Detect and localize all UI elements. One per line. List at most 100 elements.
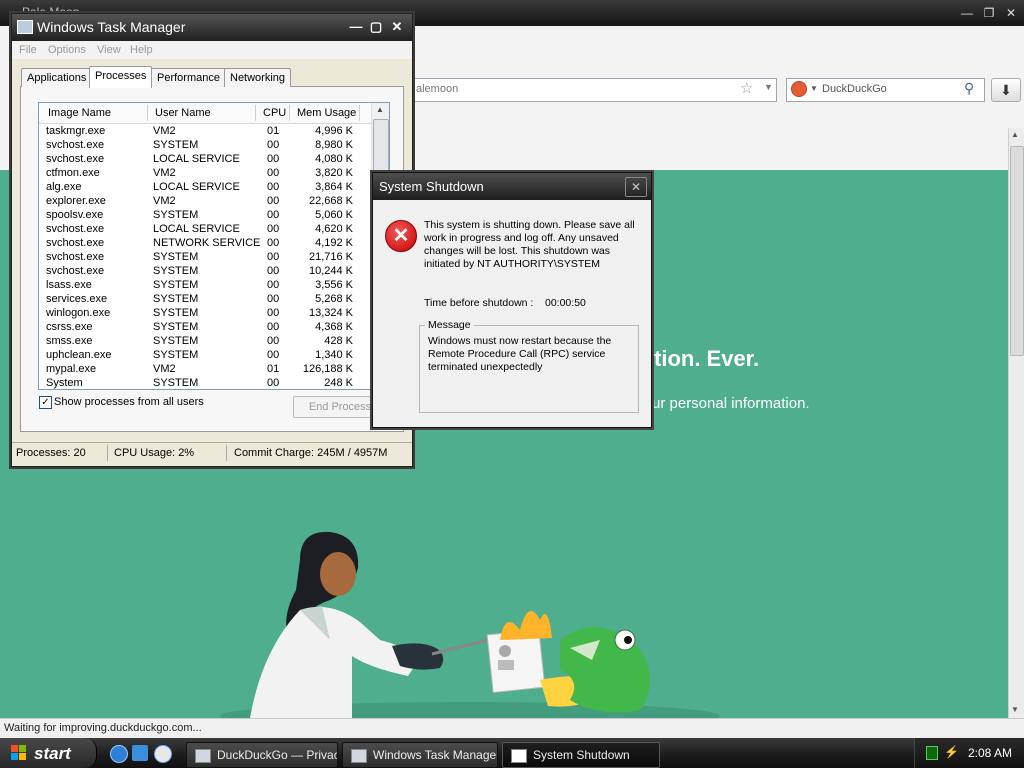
column-divider[interactable] — [289, 105, 290, 121]
dialog-titlebar[interactable]: System Shutdown ✕ — [373, 173, 651, 200]
process-user-name: VM2 — [153, 167, 176, 179]
process-mem-usage: 1,340 K — [315, 349, 353, 361]
table-row[interactable]: ctfmon.exe VM2 00 3,820 K — [39, 166, 371, 180]
process-user-name: SYSTEM — [153, 335, 199, 347]
process-cpu: 00 — [267, 321, 280, 333]
process-list-header: Image Name User Name CPU Mem Usage — [39, 103, 371, 124]
scroll-up-icon[interactable]: ▲ — [376, 105, 384, 114]
table-row[interactable]: svchost.exe NETWORK SERVICE 00 4,192 K — [39, 236, 371, 250]
scroll-down-icon[interactable]: ▼ — [1011, 705, 1019, 714]
column-divider[interactable] — [359, 105, 360, 121]
process-image-name: mypal.exe — [46, 363, 97, 375]
tab-performance[interactable]: Performance — [151, 68, 226, 87]
table-row[interactable]: smss.exe SYSTEM 00 428 K — [39, 334, 371, 348]
status-divider — [226, 445, 227, 461]
tab-applications[interactable]: Applications — [21, 68, 93, 87]
process-image-name: svchost.exe — [46, 237, 105, 249]
url-dropdown-icon[interactable]: ▼ — [764, 82, 773, 92]
menu-file[interactable]: File — [19, 44, 37, 56]
search-input[interactable]: DuckDuckGo — [822, 83, 887, 95]
bookmark-star-icon[interactable]: ☆ — [740, 79, 753, 97]
process-user-name: SYSTEM — [153, 251, 199, 263]
table-row[interactable]: winlogon.exe SYSTEM 00 13,324 K — [39, 306, 371, 320]
table-row[interactable]: uphclean.exe SYSTEM 00 1,340 K — [39, 348, 371, 362]
process-user-name: SYSTEM — [153, 293, 199, 305]
process-image-name: spoolsv.exe — [46, 209, 104, 221]
table-row[interactable]: alg.exe LOCAL SERVICE 00 3,864 K — [39, 180, 371, 194]
table-row[interactable]: lsass.exe SYSTEM 00 3,556 K — [39, 278, 371, 292]
process-list[interactable]: Image Name User Name CPU Mem Usage taskm… — [38, 102, 390, 390]
column-cpu[interactable]: CPU — [263, 107, 286, 119]
minimize-icon[interactable]: — — [957, 4, 977, 22]
close-icon[interactable]: ✕ — [387, 18, 407, 36]
table-row[interactable]: taskmgr.exe VM2 01 4,996 K — [39, 124, 371, 138]
table-row[interactable]: services.exe SYSTEM 00 5,268 K — [39, 292, 371, 306]
table-row[interactable]: svchost.exe SYSTEM 00 10,244 K — [39, 264, 371, 278]
clock[interactable]: 2:08 AM — [968, 746, 1012, 760]
process-mem-usage: 4,996 K — [315, 125, 353, 137]
internet-explorer-icon[interactable] — [110, 745, 128, 763]
scroll-up-icon[interactable]: ▲ — [1011, 130, 1019, 139]
taskbar-button-label: System Shutdown — [533, 748, 630, 762]
start-label[interactable]: start — [34, 744, 71, 764]
tab-networking[interactable]: Networking — [224, 68, 292, 87]
table-row[interactable]: spoolsv.exe SYSTEM 00 5,060 K — [39, 208, 371, 222]
time-before-shutdown-value: 00:00:50 — [545, 297, 586, 309]
process-user-name: SYSTEM — [153, 209, 199, 221]
taskbar-button-task-manager[interactable]: Windows Task Manager — [342, 742, 498, 768]
download-button[interactable]: ⬇ — [991, 78, 1021, 102]
cpu-usage: CPU Usage: 2% — [114, 447, 195, 459]
process-user-name: SYSTEM — [153, 377, 199, 389]
table-row[interactable]: csrss.exe SYSTEM 00 4,368 K — [39, 320, 371, 334]
url-bar[interactable] — [412, 78, 777, 102]
close-icon[interactable]: ✕ — [625, 177, 647, 197]
url-text[interactable]: alemoon — [416, 83, 458, 95]
tab-processes[interactable]: Processes — [89, 66, 153, 88]
media-player-icon[interactable] — [154, 745, 172, 763]
process-user-name: SYSTEM — [153, 349, 199, 361]
search-icon[interactable]: ⚲ — [964, 80, 974, 97]
restore-icon[interactable]: ❐ — [979, 4, 999, 22]
process-mem-usage: 3,820 K — [315, 167, 353, 179]
table-row[interactable]: explorer.exe VM2 00 22,668 K — [39, 194, 371, 208]
column-mem-usage[interactable]: Mem Usage — [297, 107, 356, 119]
menu-help[interactable]: Help — [130, 44, 153, 56]
network-icon[interactable] — [926, 746, 938, 760]
process-cpu: 01 — [267, 363, 280, 375]
windows-flag-icon — [11, 745, 26, 760]
show-desktop-icon[interactable] — [132, 745, 148, 761]
column-divider[interactable] — [147, 105, 148, 121]
process-cpu: 00 — [267, 279, 280, 291]
table-row[interactable]: svchost.exe LOCAL SERVICE 00 4,080 K — [39, 152, 371, 166]
menu-options[interactable]: Options — [48, 44, 86, 56]
duckduckgo-icon[interactable] — [791, 81, 807, 97]
show-all-users-label[interactable]: Show processes from all users — [54, 396, 204, 408]
process-mem-usage: 13,324 K — [308, 307, 353, 319]
taskbar-button-duckduckgo[interactable]: DuckDuckGo — Privac... — [186, 742, 338, 768]
column-divider[interactable] — [255, 105, 256, 121]
close-icon[interactable]: ✕ — [1001, 4, 1021, 22]
column-image-name[interactable]: Image Name — [48, 107, 111, 119]
table-row[interactable]: svchost.exe SYSTEM 00 8,980 K — [39, 138, 371, 152]
search-engine-dropdown-icon[interactable]: ▼ — [810, 84, 818, 93]
menu-view[interactable]: View — [97, 44, 121, 56]
table-row[interactable]: svchost.exe LOCAL SERVICE 00 4,620 K — [39, 222, 371, 236]
column-user-name[interactable]: User Name — [155, 107, 211, 119]
process-cpu: 00 — [267, 349, 280, 361]
table-row[interactable]: System SYSTEM 00 248 K — [39, 376, 371, 389]
process-user-name: SYSTEM — [153, 265, 199, 277]
show-all-users-checkbox[interactable]: ✓ — [39, 396, 52, 409]
table-row[interactable]: mypal.exe VM2 01 126,188 K — [39, 362, 371, 376]
taskbar-button-system-shutdown[interactable]: System Shutdown — [502, 742, 660, 768]
process-mem-usage: 248 K — [324, 377, 353, 389]
maximize-icon[interactable]: ▢ — [366, 18, 386, 36]
process-cpu: 00 — [267, 223, 280, 235]
process-user-name: NETWORK SERVICE — [153, 237, 261, 249]
page-scroll-thumb[interactable] — [1010, 146, 1024, 356]
process-mem-usage: 3,556 K — [315, 279, 353, 291]
task-manager-titlebar[interactable]: Windows Task Manager — ▢ ✕ — [12, 14, 412, 41]
minimize-icon[interactable]: — — [346, 18, 366, 36]
process-image-name: ctfmon.exe — [46, 167, 100, 179]
table-row[interactable]: svchost.exe SYSTEM 00 21,716 K — [39, 250, 371, 264]
tray-app-icon[interactable]: ⚡ — [944, 745, 959, 759]
